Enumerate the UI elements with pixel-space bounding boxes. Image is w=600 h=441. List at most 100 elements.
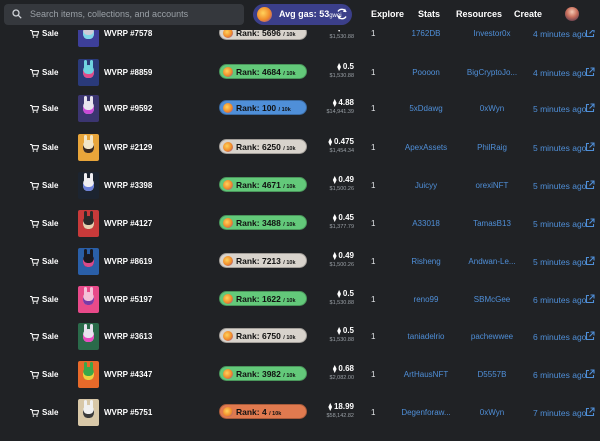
item-name[interactable]: WVRP #8619 (104, 257, 152, 266)
to-account-link[interactable]: BigCryptoJo... (464, 68, 520, 77)
external-link-icon[interactable] (585, 103, 595, 113)
price: ⧫0.5 (324, 62, 354, 71)
time-link[interactable]: 5 minutes ago (533, 257, 586, 267)
external-link-icon[interactable] (585, 294, 595, 304)
nft-thumbnail[interactable] (78, 286, 99, 313)
item-name[interactable]: WVRP #4347 (104, 370, 152, 379)
nav-create[interactable]: Create (514, 9, 542, 19)
time-link[interactable]: 5 minutes ago (533, 219, 586, 229)
time-link[interactable]: 7 minutes ago (533, 408, 586, 418)
time-link[interactable]: 5 minutes ago (533, 181, 586, 191)
ethereum-icon: ⧫ (337, 291, 341, 298)
table-row[interactable]: Sale WVRP #4347 Rank: 3982 / 10k ⧫ 0.68 $… (0, 356, 600, 394)
external-link-icon[interactable] (585, 407, 595, 417)
item-name[interactable]: WVRP #5751 (104, 408, 152, 417)
item-name[interactable]: WVRP #8859 (104, 68, 152, 77)
price-value: 18.99 (333, 402, 354, 411)
nft-thumbnail[interactable] (78, 248, 99, 275)
to-account-link[interactable]: 0xWyn (464, 408, 520, 417)
rank-text: Rank: 4671 / 10k (236, 180, 296, 190)
from-account-link[interactable]: taniadelrio (398, 332, 454, 341)
time-link[interactable]: 4 minutes ago (533, 68, 586, 78)
time-link[interactable]: 5 minutes ago (533, 143, 586, 153)
nav-explore[interactable]: Explore (371, 9, 404, 19)
nft-thumbnail[interactable] (78, 210, 99, 237)
table-row[interactable]: Sale WVRP #5197 Rank: 1622 / 10k ⧫ 0.5 $1… (0, 281, 600, 319)
item-name[interactable]: WVRP #2129 (104, 143, 152, 152)
rank-badge: Rank: 6750 / 10k (219, 328, 307, 343)
quantity: 1 (371, 181, 376, 190)
nft-thumbnail[interactable] (78, 134, 99, 161)
rank-badge: Rank: 4671 / 10k (219, 177, 307, 192)
ethereum-icon: ⧫ (332, 253, 337, 260)
external-link-icon[interactable] (585, 218, 595, 228)
item-name[interactable]: WVRP #4127 (104, 219, 152, 228)
item-name[interactable]: WVRP #7578 (104, 29, 152, 38)
from-account-link[interactable]: ArtHausNFT (398, 370, 454, 379)
shopping-cart-icon (30, 69, 39, 77)
nav-stats[interactable]: Stats (418, 9, 440, 19)
to-account-link[interactable]: 0xWyn (464, 104, 520, 113)
from-account-link[interactable]: Juicyy (398, 181, 454, 190)
nft-thumbnail[interactable] (78, 95, 99, 122)
from-account-link[interactable]: Degenforaw... (398, 408, 454, 417)
price-value: 0.49 (338, 175, 354, 184)
search-bar[interactable]: Search items, collections, and accounts (4, 4, 244, 25)
to-account-link[interactable]: SBMcGee (464, 295, 520, 304)
external-link-icon[interactable] (585, 67, 595, 77)
ethereum-icon: ⧫ (328, 139, 332, 146)
from-account-link[interactable]: ApexAssets (398, 143, 454, 152)
item-name[interactable]: WVRP #9592 (104, 104, 152, 113)
table-row[interactable]: Sale WVRP #8859 Rank: 4684 / 10k ⧫ 0.5 $1… (0, 54, 600, 92)
rank-text: Rank: 1622 / 10k (236, 294, 296, 304)
item-name[interactable]: WVRP #3398 (104, 181, 152, 190)
gas-tracker[interactable]: Avg gas: 53gwei (253, 4, 352, 25)
from-account-link[interactable]: A33018 (398, 219, 454, 228)
rank-value: Rank: 6750 (236, 331, 281, 341)
external-link-icon[interactable] (585, 256, 595, 266)
table-row[interactable]: Sale WVRP #5751 Rank: 4 / 10k ⧫ 18.99 $58… (0, 394, 600, 432)
time-link[interactable]: 6 minutes ago (533, 295, 586, 305)
nft-thumbnail[interactable] (78, 59, 99, 86)
refresh-icon[interactable] (335, 7, 349, 21)
rank-total: / 10k (283, 32, 296, 38)
to-account-link[interactable]: D5557B (464, 370, 520, 379)
external-link-icon[interactable] (585, 369, 595, 379)
from-account-link[interactable]: Risheng (398, 257, 454, 266)
profile-avatar[interactable] (565, 7, 579, 21)
external-link-icon[interactable] (585, 331, 595, 341)
nft-thumbnail[interactable] (78, 172, 99, 199)
to-account-link[interactable]: pachewwee (464, 332, 520, 341)
from-account-link[interactable]: Poooon (398, 68, 454, 77)
item-name[interactable]: WVRP #3613 (104, 332, 152, 341)
to-account-link[interactable]: PhilRaig (464, 143, 520, 152)
nft-thumbnail[interactable] (78, 399, 99, 426)
time-link[interactable]: 4 minutes ago (533, 29, 586, 39)
nft-thumbnail[interactable] (78, 361, 99, 388)
time-link[interactable]: 5 minutes ago (533, 104, 586, 114)
shopping-cart-icon (30, 409, 39, 417)
table-row[interactable]: Sale WVRP #4127 Rank: 3488 / 10k ⧫ 0.45 $… (0, 205, 600, 243)
to-account-link[interactable]: orexiNFT (464, 181, 520, 190)
rank-badge: Rank: 4684 / 10k (219, 64, 307, 79)
to-account-link[interactable]: Andwan-Le... (464, 257, 520, 266)
to-account-link[interactable]: TamasB13 (464, 219, 520, 228)
time-link[interactable]: 6 minutes ago (533, 332, 586, 342)
item-name[interactable]: WVRP #5197 (104, 295, 152, 304)
table-row[interactable]: Sale WVRP #3613 Rank: 6750 / 10k ⧫ 0.5 $1… (0, 318, 600, 356)
from-account-link[interactable]: reno99 (398, 295, 454, 304)
external-link-icon[interactable] (585, 142, 595, 152)
from-account-link[interactable]: 5xDdawg (398, 104, 454, 113)
table-row[interactable]: Sale WVRP #2129 Rank: 6250 / 10k ⧫ 0.475 … (0, 129, 600, 167)
to-account-link[interactable]: Investor0x (464, 29, 520, 38)
from-account-link[interactable]: 1762DB (398, 29, 454, 38)
nft-thumbnail[interactable] (78, 323, 99, 350)
nav-resources[interactable]: Resources (456, 9, 502, 19)
time-link[interactable]: 6 minutes ago (533, 370, 586, 380)
external-link-icon[interactable] (585, 180, 595, 190)
table-row[interactable]: Sale WVRP #9592 Rank: 100 / 10k ⧫ 4.88 $1… (0, 90, 600, 128)
table-row[interactable]: Sale WVRP #3398 Rank: 4671 / 10k ⧫ 0.49 $… (0, 167, 600, 205)
table-row[interactable]: Sale WVRP #8619 Rank: 7213 / 10k ⧫ 0.49 $… (0, 243, 600, 281)
rank-text: Rank: 100 / 10k (236, 103, 291, 113)
search-input[interactable]: Search items, collections, and accounts (30, 9, 188, 19)
